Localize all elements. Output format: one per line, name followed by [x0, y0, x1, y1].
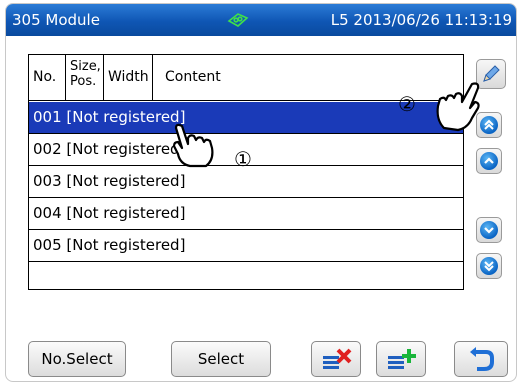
- chevron-down-icon: [480, 221, 498, 239]
- back-button[interactable]: [454, 341, 508, 377]
- scroll-up-button[interactable]: [476, 148, 502, 174]
- column-header-content-label: Content: [165, 69, 221, 85]
- add-list-icon: [386, 347, 418, 377]
- column-header-no-label: No.: [33, 69, 57, 85]
- row-divider: [29, 261, 463, 262]
- select-button[interactable]: Select: [171, 341, 271, 377]
- delete-button[interactable]: [311, 341, 361, 377]
- status-datetime: L5 2013/06/26 11:13:19: [330, 11, 512, 29]
- no-select-button[interactable]: No.Select: [28, 341, 126, 377]
- tape-cassette-icon: [226, 11, 250, 33]
- column-header-content: Content: [153, 55, 463, 100]
- return-arrow-icon: [468, 346, 496, 378]
- registration-list: No. Size, Pos. Width Content 001 [Not re…: [28, 54, 464, 290]
- pointing-hand-icon: [168, 120, 230, 174]
- chevron-up-icon: [480, 152, 498, 170]
- list-row-004[interactable]: 004 [Not registered]: [29, 198, 463, 229]
- page-down-button[interactable]: [476, 253, 502, 279]
- pointing-hand-icon: [424, 80, 486, 140]
- column-header-size-pos: Size, Pos.: [66, 55, 104, 100]
- pos-label: Pos.: [70, 74, 97, 89]
- title-bar: 305 Module L5 2013/06/26 11:13:19: [6, 4, 516, 36]
- module-title: 305 Module: [12, 11, 100, 29]
- column-header-width-label: Width: [108, 69, 149, 85]
- double-chevron-down-icon: [480, 257, 498, 275]
- step-1-marker: ①: [234, 147, 252, 171]
- size-label: Size,: [70, 59, 101, 74]
- add-button[interactable]: [376, 341, 426, 377]
- column-header-width: Width: [104, 55, 153, 100]
- list-row-005[interactable]: 005 [Not registered]: [29, 230, 463, 261]
- scroll-down-button[interactable]: [476, 217, 502, 243]
- delete-list-icon: [321, 347, 353, 377]
- column-header-no: No.: [29, 55, 66, 100]
- module-screen: 305 Module L5 2013/06/26 11:13:19 No. Si…: [5, 3, 517, 382]
- column-header-size-pos-label: Size, Pos.: [70, 59, 101, 89]
- step-2-marker: ②: [398, 92, 416, 116]
